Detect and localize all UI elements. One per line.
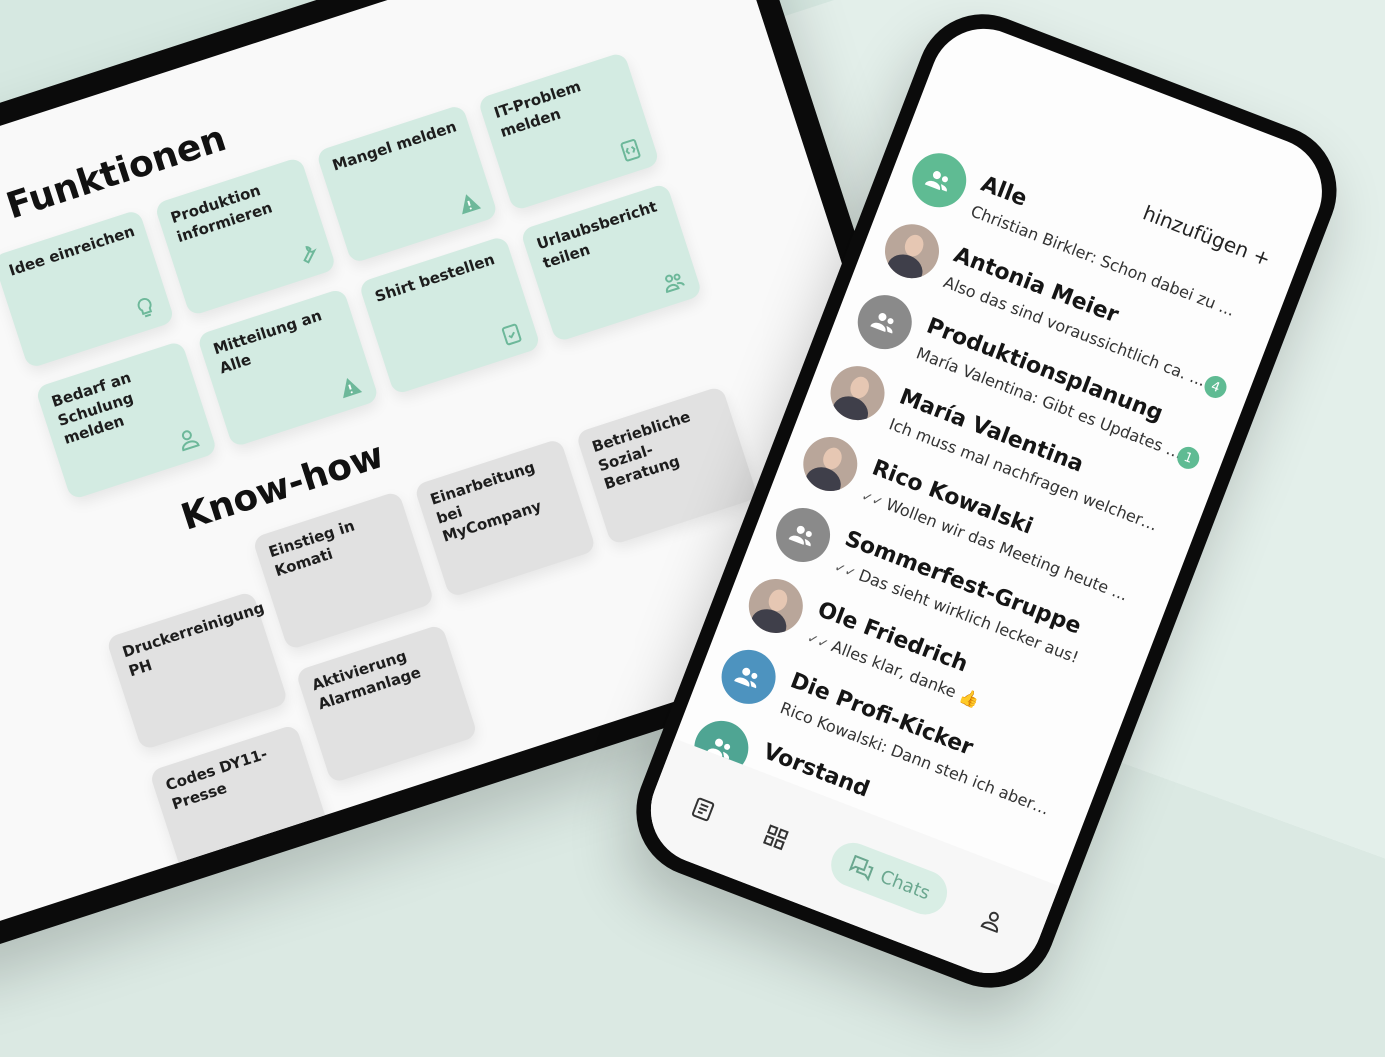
knowhow-tile[interactable]: Betriebliche Sozial-Beratung	[575, 385, 759, 546]
group-icon	[849, 287, 920, 358]
nav-profile[interactable]	[975, 899, 1010, 941]
person-icon	[980, 911, 999, 934]
function-tile-label: IT-Problem melden	[491, 77, 584, 141]
person-icon	[181, 430, 200, 452]
function-tile[interactable]: Mitteilung an Alle	[196, 287, 380, 448]
function-tile-label: Bedarf an Schulung melden	[49, 368, 136, 448]
knowhow-tile-label: Einstieg in Komati	[266, 516, 357, 580]
knowhow-tile-label: Einarbeitung bei MyCompany	[428, 457, 544, 546]
group-icon	[904, 145, 975, 216]
function-tile-label: Urlaubsbericht teilen	[534, 197, 660, 272]
avatar	[877, 216, 947, 287]
function-tile[interactable]: IT-Problem melden	[477, 51, 661, 212]
grid-icon	[762, 824, 789, 851]
code-icon	[620, 139, 641, 162]
function-tile[interactable]: Produktion informieren	[153, 156, 337, 317]
nav-feed[interactable]	[685, 788, 720, 830]
knowhow-tile-label: Aktivierung Alarmanlage	[309, 646, 423, 713]
double-check-icon: ✓✓	[804, 630, 831, 653]
avatar	[740, 571, 811, 641]
knowhow-tile-label: Druckerreinigung PH	[120, 598, 267, 680]
avatar	[822, 358, 893, 428]
clipboard-check-icon	[501, 323, 522, 346]
knowhow-tile[interactable]: Druckerreinigung PH	[105, 590, 289, 751]
lightbulb-icon	[137, 297, 153, 318]
double-check-icon: ✓✓	[859, 489, 885, 511]
function-tile[interactable]: Shirt bestellen	[358, 235, 542, 396]
people-icon	[665, 273, 685, 294]
function-tile-label: Mangel melden	[330, 117, 459, 175]
avatar	[795, 429, 866, 499]
knowhow-tile[interactable]: Einstieg in Komati	[251, 490, 435, 651]
nav-chats-label: Chats	[877, 865, 933, 904]
knowhow-tile[interactable]: Einarbeitung bei MyCompany	[413, 438, 597, 598]
function-tile-label: Mitteilung an Alle	[211, 306, 325, 377]
function-tile[interactable]: Idee einreichen	[0, 209, 176, 369]
function-tile[interactable]: Mangel melden	[315, 104, 499, 264]
group-icon	[713, 642, 784, 712]
document-icon	[691, 797, 715, 822]
nav-chats[interactable]: Chats	[824, 836, 954, 922]
knowhow-tile-label: Codes DY11-Presse	[163, 744, 270, 813]
function-tile-label: Idee einreichen	[6, 222, 137, 280]
function-tile[interactable]: Bedarf an Schulung melden	[34, 340, 218, 501]
function-tile-label: Shirt bestellen	[372, 250, 497, 306]
warning-icon	[462, 194, 482, 215]
nav-apps[interactable]	[758, 816, 793, 858]
function-tile-label: Produktion informieren	[168, 181, 275, 246]
double-check-icon: ✓✓	[832, 559, 858, 582]
group-icon	[768, 500, 838, 570]
warning-icon	[343, 378, 363, 399]
wrench-icon	[303, 246, 317, 264]
chat-bubbles-icon	[848, 854, 874, 882]
function-tile[interactable]: Urlaubsbericht teilen	[519, 182, 703, 343]
knowhow-tile-label: Betriebliche Sozial-Beratung	[589, 407, 693, 494]
knowhow-tile[interactable]: Aktivierung Alarmanlage	[295, 623, 479, 784]
